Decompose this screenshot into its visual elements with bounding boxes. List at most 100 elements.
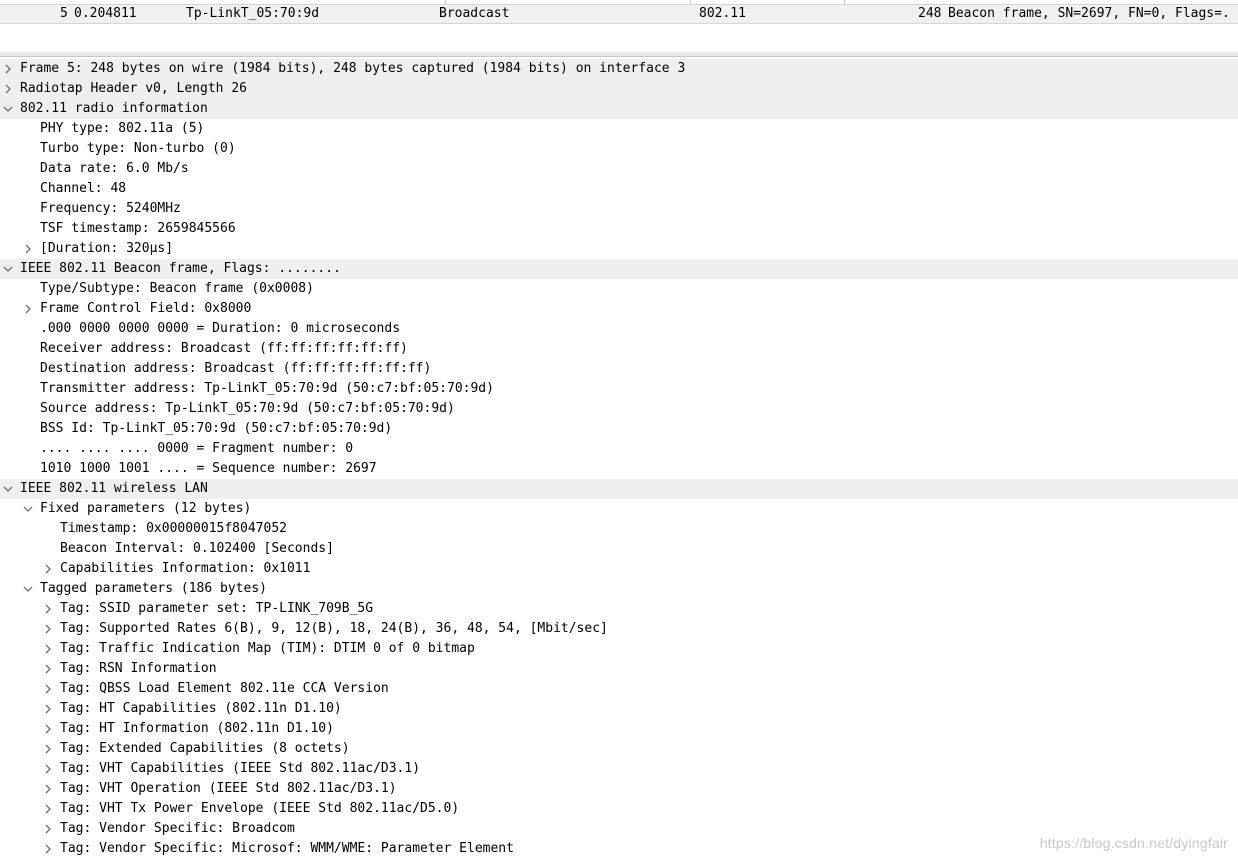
tree-item-label: Tag: RSN Information — [60, 661, 217, 676]
tree-item-label: Turbo type: Non-turbo (0) — [40, 141, 236, 156]
tree-item-label: Timestamp: 0x00000015f8047052 — [60, 521, 287, 536]
tree-item-label: Tag: Vendor Specific: Broadcom — [60, 821, 295, 836]
tree-item-label: Tag: HT Capabilities (802.11n D1.10) — [60, 701, 342, 716]
tree-item-label: TSF timestamp: 2659845566 — [40, 221, 236, 236]
tree-item[interactable]: Frequency: 5240MHz — [0, 199, 1238, 219]
tree-item[interactable]: Frame Control Field: 0x8000 — [0, 299, 1238, 319]
tree-item-label: Tag: VHT Operation (IEEE Std 802.11ac/D3… — [60, 781, 397, 796]
tree-item[interactable]: Fixed parameters (12 bytes) — [0, 499, 1238, 519]
chevron-right-icon[interactable] — [42, 799, 54, 819]
chevron-right-icon[interactable] — [42, 599, 54, 619]
packet-destination: Broadcast — [439, 6, 510, 21]
tree-item[interactable]: IEEE 802.11 wireless LAN — [0, 479, 1238, 499]
chevron-down-icon[interactable] — [2, 99, 14, 119]
tree-item-label: Tagged parameters (186 bytes) — [40, 581, 267, 596]
tree-item[interactable]: TSF timestamp: 2659845566 — [0, 219, 1238, 239]
tree-item-label: Tag: VHT Capabilities (IEEE Std 802.11ac… — [60, 761, 421, 776]
tree-item[interactable]: Tag: VHT Capabilities (IEEE Std 802.11ac… — [0, 759, 1238, 779]
chevron-right-icon[interactable] — [22, 239, 34, 259]
tree-item-label: Channel: 48 — [40, 181, 127, 196]
packet-protocol: 802.11 — [699, 6, 746, 21]
chevron-right-icon[interactable] — [42, 639, 54, 659]
chevron-right-icon[interactable] — [42, 699, 54, 719]
tree-item[interactable]: Tagged parameters (186 bytes) — [0, 579, 1238, 599]
tree-item[interactable]: Tag: VHT Operation (IEEE Std 802.11ac/D3… — [0, 779, 1238, 799]
tree-item-label: PHY type: 802.11a (5) — [40, 121, 205, 136]
chevron-right-icon[interactable] — [42, 839, 54, 859]
chevron-down-icon[interactable] — [2, 259, 14, 279]
tree-item[interactable]: [Duration: 320µs] — [0, 239, 1238, 259]
tree-item-label: Radiotap Header v0, Length 26 — [20, 81, 247, 96]
chevron-right-icon[interactable] — [2, 59, 14, 79]
tree-item-label: Frequency: 5240MHz — [40, 201, 181, 216]
tree-item[interactable]: Tag: QBSS Load Element 802.11e CCA Versi… — [0, 679, 1238, 699]
tree-item[interactable]: Tag: Supported Rates 6(B), 9, 12(B), 18,… — [0, 619, 1238, 639]
tree-item-label: Source address: Tp-LinkT_05:70:9d (50:c7… — [40, 401, 455, 416]
chevron-right-icon[interactable] — [2, 79, 14, 99]
tree-item[interactable]: Beacon Interval: 0.102400 [Seconds] — [0, 539, 1238, 559]
tree-item[interactable]: Type/Subtype: Beacon frame (0x0008) — [0, 279, 1238, 299]
packet-number: 5 — [60, 6, 68, 21]
tree-item[interactable]: Tag: RSN Information — [0, 659, 1238, 679]
chevron-down-icon[interactable] — [2, 479, 14, 499]
tree-item-label: Type/Subtype: Beacon frame (0x0008) — [40, 281, 314, 296]
tree-item[interactable]: Tag: SSID parameter set: TP-LINK_709B_5G — [0, 599, 1238, 619]
tree-item[interactable]: Timestamp: 0x00000015f8047052 — [0, 519, 1238, 539]
tree-item-label: Receiver address: Broadcast (ff:ff:ff:ff… — [40, 341, 408, 356]
chevron-right-icon[interactable] — [42, 739, 54, 759]
tree-item[interactable]: PHY type: 802.11a (5) — [0, 119, 1238, 139]
tree-item-label: IEEE 802.11 Beacon frame, Flags: .......… — [20, 261, 341, 276]
chevron-right-icon[interactable] — [42, 779, 54, 799]
tree-item-label: 802.11 radio information — [20, 101, 208, 116]
tree-item-label: Tag: VHT Tx Power Envelope (IEEE Std 802… — [60, 801, 460, 816]
tree-item[interactable]: Transmitter address: Tp-LinkT_05:70:9d (… — [0, 379, 1238, 399]
tree-item[interactable]: Tag: HT Information (802.11n D1.10) — [0, 719, 1238, 739]
chevron-down-icon[interactable] — [22, 579, 34, 599]
packet-details-tree[interactable]: Frame 5: 248 bytes on wire (1984 bits), … — [0, 59, 1238, 859]
tree-item-label: Tag: Traffic Indication Map (TIM): DTIM … — [60, 641, 475, 656]
tree-item[interactable]: Tag: Traffic Indication Map (TIM): DTIM … — [0, 639, 1238, 659]
chevron-right-icon[interactable] — [42, 619, 54, 639]
tree-item-label: Beacon Interval: 0.102400 [Seconds] — [60, 541, 334, 556]
chevron-right-icon[interactable] — [42, 679, 54, 699]
tree-item[interactable]: .000 0000 0000 0000 = Duration: 0 micros… — [0, 319, 1238, 339]
tree-item[interactable]: Destination address: Broadcast (ff:ff:ff… — [0, 359, 1238, 379]
packet-row-selected[interactable]: 5 0.204811 Tp-LinkT_05:70:9d Broadcast 8… — [0, 4, 1238, 24]
chevron-right-icon[interactable] — [42, 819, 54, 839]
chevron-right-icon[interactable] — [42, 559, 54, 579]
tree-item-label: Frame 5: 248 bytes on wire (1984 bits), … — [20, 61, 686, 76]
packet-time: 0.204811 — [74, 6, 137, 21]
tree-item-label: .... .... .... 0000 = Fragment number: 0 — [40, 441, 354, 456]
tree-item[interactable]: Radiotap Header v0, Length 26 — [0, 79, 1238, 99]
tree-item[interactable]: Capabilities Information: 0x1011 — [0, 559, 1238, 579]
chevron-right-icon[interactable] — [42, 759, 54, 779]
tree-item[interactable]: Source address: Tp-LinkT_05:70:9d (50:c7… — [0, 399, 1238, 419]
tree-item[interactable]: Data rate: 6.0 Mb/s — [0, 159, 1238, 179]
tree-item-label: Tag: HT Information (802.11n D1.10) — [60, 721, 334, 736]
tree-item[interactable]: Receiver address: Broadcast (ff:ff:ff:ff… — [0, 339, 1238, 359]
tree-item-label: Tag: Extended Capabilities (8 octets) — [60, 741, 350, 756]
tree-item[interactable]: Channel: 48 — [0, 179, 1238, 199]
tree-item-label: BSS Id: Tp-LinkT_05:70:9d (50:c7:bf:05:7… — [40, 421, 393, 436]
tree-item-label: [Duration: 320µs] — [40, 241, 174, 256]
tree-item[interactable]: 1010 1000 1001 .... = Sequence number: 2… — [0, 459, 1238, 479]
tree-item[interactable]: Tag: HT Capabilities (802.11n D1.10) — [0, 699, 1238, 719]
tree-item[interactable]: IEEE 802.11 Beacon frame, Flags: .......… — [0, 259, 1238, 279]
tree-item[interactable]: .... .... .... 0000 = Fragment number: 0 — [0, 439, 1238, 459]
tree-item-label: Tag: SSID parameter set: TP-LINK_709B_5G — [60, 601, 374, 616]
tree-item[interactable]: BSS Id: Tp-LinkT_05:70:9d (50:c7:bf:05:7… — [0, 419, 1238, 439]
tree-item[interactable]: Frame 5: 248 bytes on wire (1984 bits), … — [0, 59, 1238, 79]
tree-item[interactable]: Tag: VHT Tx Power Envelope (IEEE Std 802… — [0, 799, 1238, 819]
chevron-right-icon[interactable] — [22, 299, 34, 319]
packet-list-pane[interactable]: 5 0.204811 Tp-LinkT_05:70:9d Broadcast 8… — [0, 0, 1238, 53]
chevron-right-icon[interactable] — [42, 719, 54, 739]
chevron-right-icon[interactable] — [42, 659, 54, 679]
tree-item[interactable]: Tag: Extended Capabilities (8 octets) — [0, 739, 1238, 759]
chevron-down-icon[interactable] — [22, 499, 34, 519]
tree-item[interactable]: 802.11 radio information — [0, 99, 1238, 119]
pane-splitter[interactable] — [0, 52, 1238, 57]
watermark-text: https://blog.csdn.net/dyingfair — [1039, 835, 1228, 851]
tree-item[interactable]: Turbo type: Non-turbo (0) — [0, 139, 1238, 159]
tree-item-label: IEEE 802.11 wireless LAN — [20, 481, 208, 496]
tree-item-label: Fixed parameters (12 bytes) — [40, 501, 252, 516]
